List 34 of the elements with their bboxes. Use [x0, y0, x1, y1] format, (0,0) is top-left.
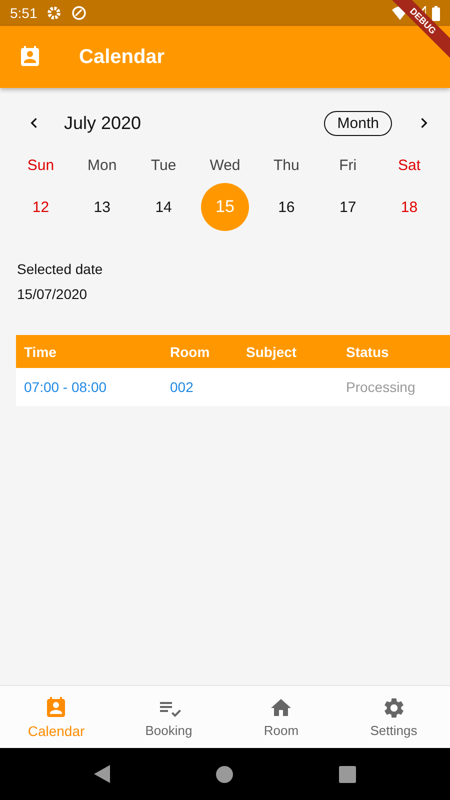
- calendar-day[interactable]: 17: [324, 183, 372, 231]
- weekday-label: Sat: [398, 156, 421, 176]
- sync-icon: [71, 5, 88, 21]
- calendar-day[interactable]: 18: [385, 183, 434, 231]
- column-header: Time: [24, 344, 56, 360]
- table-cell: 002: [170, 379, 194, 395]
- nav-tab[interactable]: Booking: [112, 686, 225, 748]
- calendar-day[interactable]: 13: [78, 183, 126, 231]
- weekday-label: Wed: [210, 156, 240, 176]
- recents-icon[interactable]: [339, 766, 356, 782]
- column-header: Subject: [246, 344, 297, 360]
- column-header: Room: [170, 344, 210, 360]
- nav-tab[interactable]: Settings: [338, 686, 450, 748]
- column-header: Status: [346, 344, 389, 360]
- nav-tab[interactable]: Room: [225, 686, 338, 748]
- calendar-day[interactable]: 16: [262, 183, 310, 231]
- month-title: July 2020: [64, 112, 142, 134]
- back-icon[interactable]: [94, 765, 110, 783]
- calendar-day[interactable]: 14: [140, 183, 188, 231]
- status-time: 5:51: [10, 5, 38, 21]
- table-cell: 07:00 - 08:00: [24, 379, 107, 395]
- table-cell: Processing: [346, 379, 416, 395]
- weekday-label: Sun: [27, 156, 54, 176]
- selected-date-value: 15/07/2020: [17, 286, 88, 302]
- weekday-label: Fri: [339, 156, 357, 176]
- weekday-label: Thu: [273, 156, 300, 176]
- calendar-day[interactable]: 12: [16, 183, 65, 231]
- app-title: Calendar: [79, 46, 165, 68]
- calendar-icon: [18, 45, 42, 69]
- weekday-label: Mon: [88, 156, 117, 176]
- weekday-label: Tue: [150, 156, 176, 176]
- selected-date-label: Selected date: [17, 261, 104, 277]
- format-button[interactable]: Month: [324, 110, 392, 136]
- home-icon[interactable]: [216, 766, 233, 782]
